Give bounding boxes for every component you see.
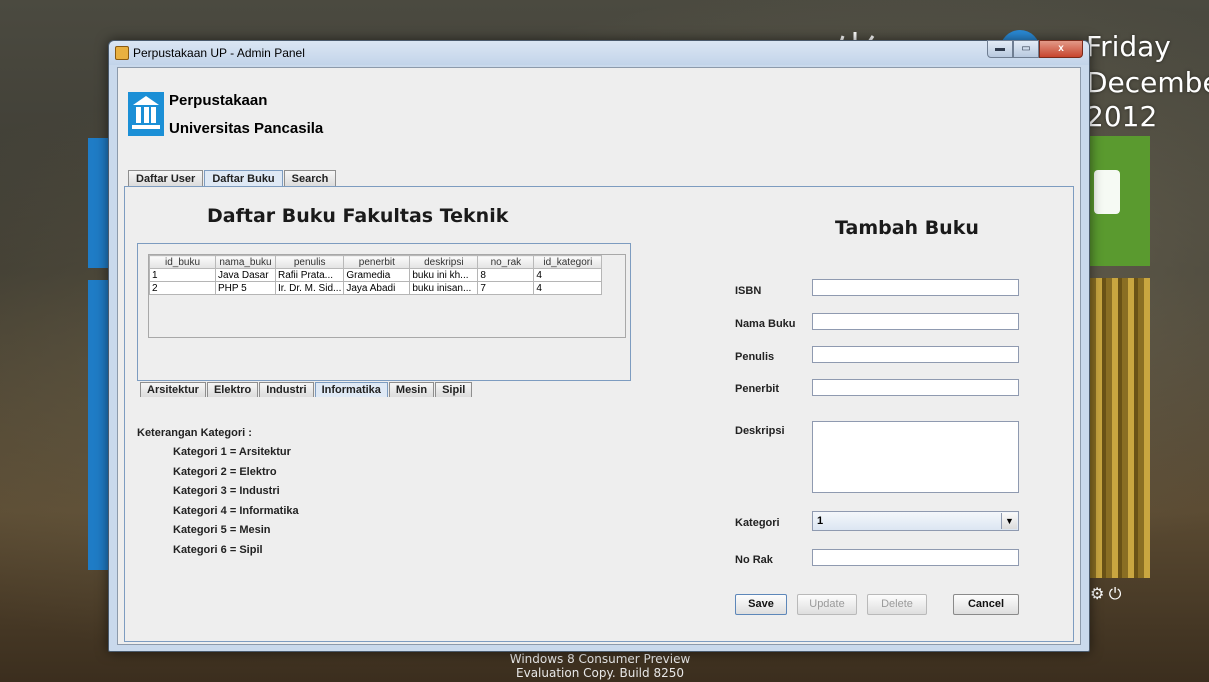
- table-cell[interactable]: PHP 5: [215, 281, 276, 295]
- tab-sipil[interactable]: Sipil: [435, 382, 473, 397]
- university-logo-icon: [128, 92, 164, 136]
- table-cell[interactable]: 8: [477, 268, 535, 282]
- kategori-select[interactable]: 1 ▼: [812, 511, 1019, 531]
- table-row[interactable]: 2 PHP 5 Ir. Dr. M. Sid... Jaya Abadi buk…: [149, 281, 603, 295]
- table-cell[interactable]: buku inisan...: [409, 281, 479, 295]
- main-tabs: Daftar User Daftar Buku Search: [128, 170, 337, 186]
- table-cell[interactable]: 4: [533, 281, 603, 295]
- tab-mesin[interactable]: Mesin: [388, 382, 435, 397]
- tab-search[interactable]: Search: [283, 170, 337, 186]
- column-header[interactable]: penerbit: [343, 255, 411, 269]
- admin-window: Perpustakaan UP - Admin Panel ▬ ▭ x Perp…: [108, 40, 1090, 652]
- tab-informatika[interactable]: Informatika: [314, 382, 388, 397]
- isbn-field[interactable]: [812, 279, 1019, 296]
- no-rak-field[interactable]: [812, 549, 1019, 566]
- nama-buku-label: Nama Buku: [735, 318, 796, 330]
- power-icon[interactable]: ⚙ ⏻: [1090, 584, 1121, 604]
- kategori-label: Kategori: [735, 517, 780, 529]
- window-title: Perpustakaan UP - Admin Panel: [133, 46, 305, 60]
- deskripsi-field[interactable]: [812, 421, 1019, 493]
- title-bar[interactable]: Perpustakaan UP - Admin Panel ▬ ▭ x: [109, 40, 1089, 65]
- penulis-label: Penulis: [735, 351, 775, 363]
- legend-item: Kategori 5 = Mesin: [173, 524, 271, 536]
- column-header[interactable]: no_rak: [477, 255, 535, 269]
- tab-daftar-buku[interactable]: Daftar Buku: [204, 170, 283, 186]
- build-watermark: Windows 8 Consumer Preview Evaluation Co…: [470, 652, 730, 680]
- table-cell[interactable]: buku ini kh...: [409, 268, 479, 282]
- category-legend-title: Keterangan Kategori :: [137, 427, 252, 439]
- chevron-down-icon[interactable]: ▼: [1001, 513, 1017, 529]
- save-button[interactable]: Save: [735, 594, 787, 615]
- table-row[interactable]: 1 Java Dasar Rafii Prata... Gramedia buk…: [149, 268, 603, 282]
- tab-arsitektur[interactable]: Arsitektur: [140, 382, 206, 397]
- category-tabs: Arsitektur Elektro Industri Informatika …: [140, 382, 473, 397]
- table-cell[interactable]: 1: [149, 268, 216, 282]
- table-cell[interactable]: Rafii Prata...: [274, 268, 345, 282]
- org-subtitle: Universitas Pancasila: [169, 120, 324, 137]
- column-header[interactable]: deskripsi: [409, 255, 479, 269]
- column-header[interactable]: id_buku: [149, 255, 216, 269]
- photo-tile[interactable]: [1090, 278, 1150, 578]
- update-button[interactable]: Update: [797, 594, 857, 615]
- nama-buku-field[interactable]: [812, 313, 1019, 330]
- book-table-frame: id_buku nama_buku penulis penerbit deskr…: [137, 243, 631, 381]
- maximize-button[interactable]: ▭: [1013, 40, 1039, 58]
- table-cell[interactable]: Gramedia: [343, 268, 411, 282]
- table-cell[interactable]: 7: [477, 281, 535, 295]
- cancel-button[interactable]: Cancel: [953, 594, 1019, 615]
- tab-daftar-user[interactable]: Daftar User: [128, 170, 204, 186]
- table-cell[interactable]: Ir. Dr. M. Sid...: [274, 281, 345, 295]
- category-legend: Kategori 1 = Arsitektur Kategori 2 = Ele…: [173, 443, 299, 560]
- penerbit-field[interactable]: [812, 379, 1019, 396]
- deskripsi-label: Deskripsi: [735, 425, 785, 437]
- legend-item: Kategori 2 = Elektro: [173, 465, 277, 478]
- minimize-button[interactable]: ▬: [987, 40, 1013, 58]
- daftar-buku-panel: Daftar Buku Fakultas Teknik id_buku nama…: [124, 186, 1074, 642]
- window-content: Perpustakaan Universitas Pancasila Dafta…: [117, 67, 1081, 645]
- tab-industri[interactable]: Industri: [259, 382, 314, 397]
- table-cell[interactable]: 2: [149, 281, 216, 295]
- gear-icon: [1094, 170, 1120, 214]
- legend-item: Kategori 3 = Industri: [173, 485, 280, 497]
- legend-item: Kategori 6 = Sipil: [173, 543, 263, 556]
- column-header[interactable]: nama_buku: [215, 255, 276, 269]
- isbn-label: ISBN: [735, 285, 762, 297]
- kategori-selected-value: 1: [817, 515, 824, 527]
- lock-day: Friday: [1086, 30, 1171, 63]
- penerbit-label: Penerbit: [735, 383, 780, 395]
- watermark-line: Windows 8 Consumer Preview: [509, 652, 691, 666]
- legend-item: Kategori 1 = Arsitektur: [173, 446, 291, 458]
- penulis-field[interactable]: [812, 346, 1019, 363]
- form-title: Tambah Buku: [835, 217, 979, 239]
- table-cell[interactable]: Jaya Abadi: [343, 281, 411, 295]
- book-table-scroll[interactable]: id_buku nama_buku penulis penerbit deskr…: [148, 254, 626, 338]
- lock-month: December: [1086, 66, 1209, 99]
- book-table: id_buku nama_buku penulis penerbit deskr…: [149, 255, 603, 295]
- legend-item: Kategori 4 = Informatika: [173, 504, 299, 517]
- lock-year: 2012: [1086, 100, 1158, 133]
- close-button[interactable]: x: [1039, 40, 1083, 58]
- no-rak-label: No Rak: [735, 554, 773, 566]
- table-cell[interactable]: Java Dasar: [215, 268, 276, 282]
- watermark-line: Evaluation Copy. Build 8250: [516, 666, 684, 680]
- column-header[interactable]: id_kategori: [533, 255, 603, 269]
- list-title: Daftar Buku Fakultas Teknik: [207, 205, 509, 227]
- java-app-icon: [115, 46, 129, 60]
- table-cell[interactable]: 4: [533, 268, 603, 282]
- tab-elektro[interactable]: Elektro: [206, 382, 259, 397]
- delete-button[interactable]: Delete: [867, 594, 927, 615]
- column-header[interactable]: penulis: [274, 255, 345, 269]
- org-name: Perpustakaan: [169, 92, 268, 109]
